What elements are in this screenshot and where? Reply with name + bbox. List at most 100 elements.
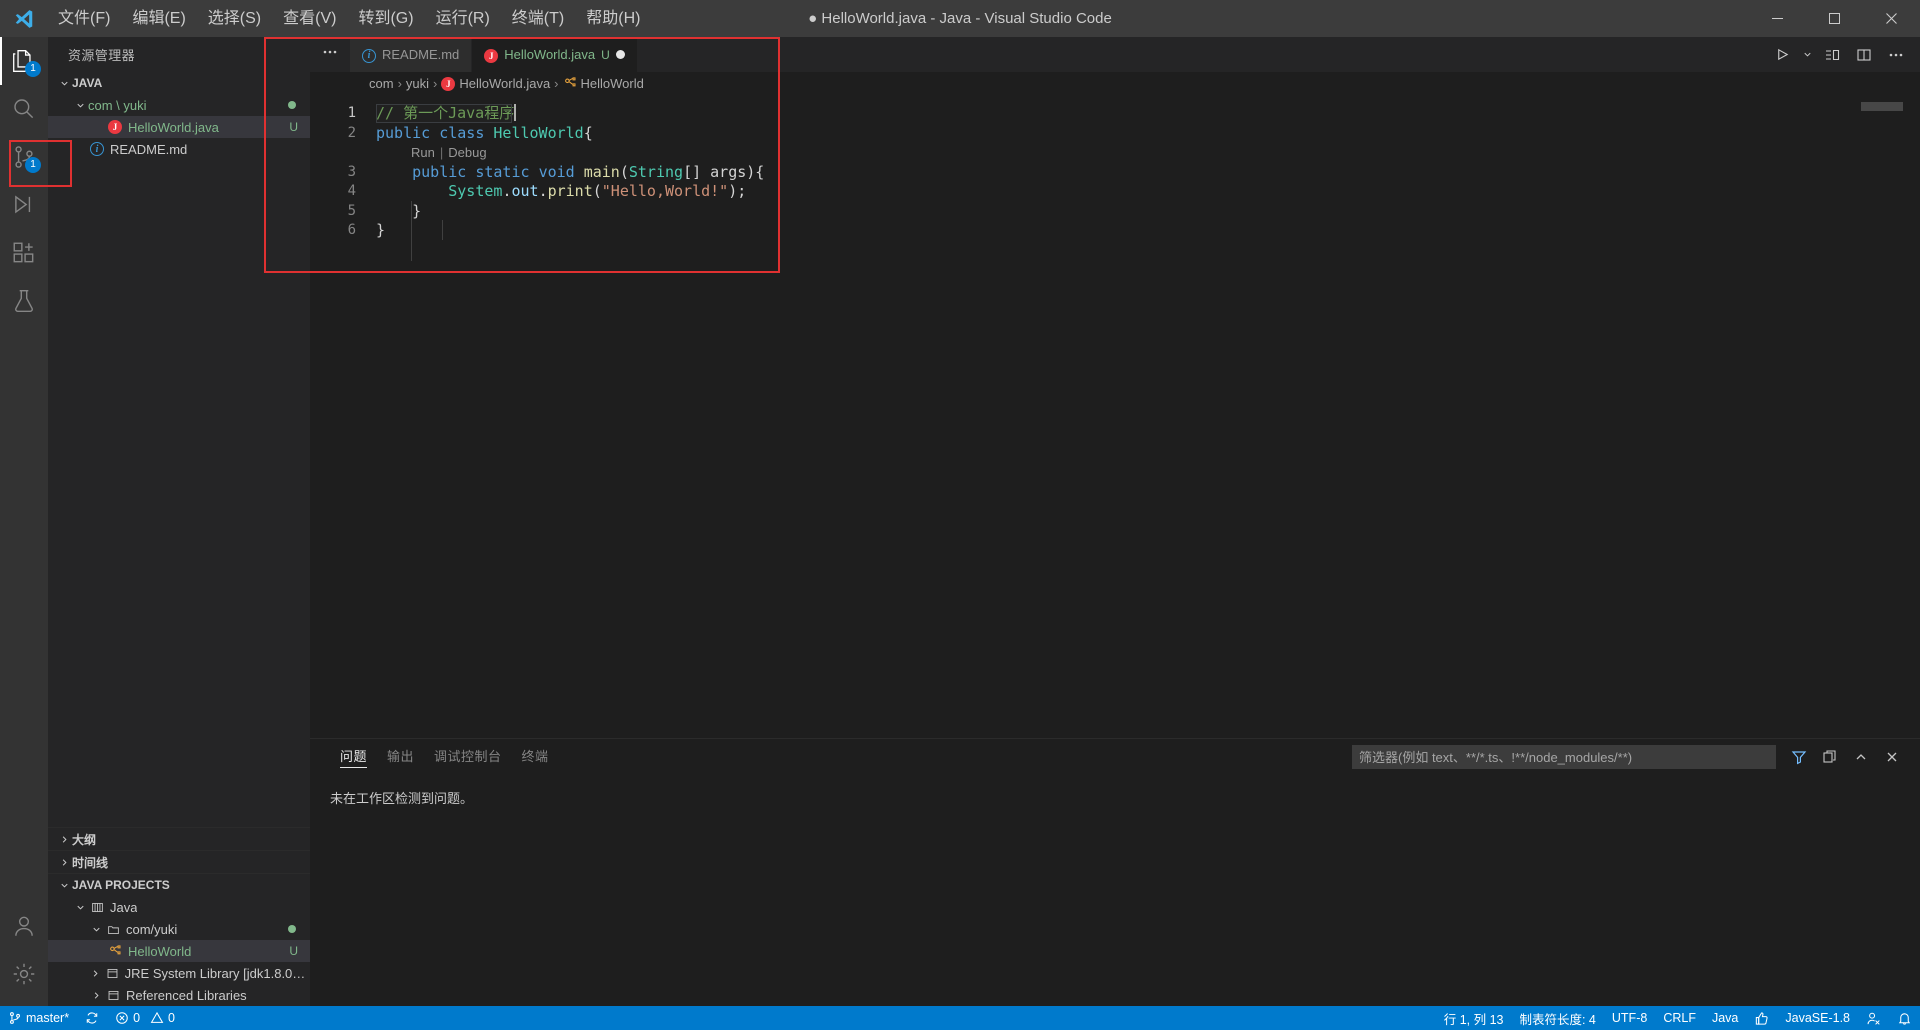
line3-rest: [] args){ xyxy=(683,162,765,181)
jp-item-java[interactable]: Java xyxy=(48,896,310,918)
class-icon xyxy=(106,944,124,958)
minimize-button[interactable] xyxy=(1749,0,1806,37)
tab-label: HelloWorld.java xyxy=(504,47,596,62)
title-bar: 文件(F) 编辑(E) 选择(S) 查看(V) 转到(G) 运行(R) 终端(T… xyxy=(0,0,1920,37)
codelens-run-action[interactable]: Run xyxy=(411,143,435,163)
chevron-down-icon xyxy=(72,100,88,111)
jp-item-label: JRE System Library [jdk1.8.0_2... xyxy=(124,965,310,981)
split-editor-icon[interactable] xyxy=(1850,40,1878,70)
paren-open: ( xyxy=(619,162,629,181)
git-modified-dot-icon xyxy=(288,925,296,933)
tab-readme-md[interactable]: i README.md xyxy=(350,37,473,72)
menu-go[interactable]: 转到(G) xyxy=(347,0,424,37)
outline-label: 大纲 xyxy=(72,832,97,847)
explorer-tree: com \ yuki J HelloWorld.java U i README.… xyxy=(48,94,310,160)
panel-tab-debug-console[interactable]: 调试控制台 xyxy=(424,739,512,774)
run-button[interactable] xyxy=(1768,40,1796,70)
status-feedback-thumbsup-icon[interactable] xyxy=(1746,1006,1777,1030)
codelens-debug-action[interactable]: Debug xyxy=(448,143,486,163)
brace: { xyxy=(583,123,593,142)
clear-panel-icon[interactable] xyxy=(1816,743,1844,771)
activity-explorer-icon[interactable]: 1 xyxy=(0,37,48,85)
menu-run[interactable]: 运行(R) xyxy=(425,0,501,37)
chevron-down-icon xyxy=(72,902,88,913)
outline-section-header[interactable]: 大纲 xyxy=(48,827,310,850)
tree-item-label: com \ yuki xyxy=(88,97,147,113)
breadcrumb-item-class[interactable]: HelloWorld xyxy=(563,76,644,91)
status-line-column[interactable]: 行 1, 列 13 xyxy=(1436,1006,1512,1030)
kw-public: public xyxy=(376,123,431,142)
status-java-runtime[interactable]: JavaSE-1.8 xyxy=(1777,1006,1858,1030)
project-icon xyxy=(88,901,106,914)
status-branch[interactable]: master* xyxy=(0,1006,77,1030)
timeline-section-header[interactable]: 时间线 xyxy=(48,850,310,873)
status-problems[interactable]: 0 0 xyxy=(107,1006,183,1030)
maximize-panel-icon[interactable] xyxy=(1847,743,1875,771)
breadcrumb-item-file[interactable]: J HelloWorld.java xyxy=(441,75,550,91)
jp-item-helloworld[interactable]: HelloWorld U xyxy=(48,940,310,962)
breadcrumb-item-com[interactable]: com xyxy=(369,76,394,91)
menu-edit[interactable]: 编辑(E) xyxy=(121,0,196,37)
menu-terminal[interactable]: 终端(T) xyxy=(501,0,575,37)
minimap[interactable] xyxy=(1861,102,1903,111)
sidebar-title: 资源管理器 xyxy=(68,48,136,63)
status-language-mode[interactable]: Java xyxy=(1704,1006,1746,1030)
explorer-root-header[interactable]: JAVA xyxy=(48,72,310,94)
panel-tab-problems[interactable]: 问题 xyxy=(330,739,377,774)
activity-search-icon[interactable] xyxy=(0,85,48,133)
status-remote-icon[interactable] xyxy=(1858,1006,1889,1030)
run-dropdown-icon[interactable] xyxy=(1800,40,1814,70)
java-projects-tree: Java com/yuki HelloWorld U JRE System Li… xyxy=(48,896,310,1006)
activity-testing-icon[interactable] xyxy=(0,277,48,325)
tabs-more-actions-icon[interactable] xyxy=(310,37,350,67)
tab-dirty-indicator-icon[interactable] xyxy=(615,50,625,59)
maximize-button[interactable] xyxy=(1806,0,1863,37)
menu-file[interactable]: 文件(F) xyxy=(47,0,121,37)
close-button[interactable] xyxy=(1863,0,1920,37)
breadcrumb-item-yuki[interactable]: yuki xyxy=(406,76,429,91)
code-editor[interactable]: 1 // 第一个Java程序 2 public class HelloWorld… xyxy=(310,94,1920,738)
code-lens: Run | Debug xyxy=(310,143,1920,163)
close-panel-icon[interactable] xyxy=(1878,743,1906,771)
activity-extensions-icon[interactable] xyxy=(0,229,48,277)
jp-item-com-yuki[interactable]: com/yuki xyxy=(48,918,310,940)
breadcrumb: com › yuki › J HelloWorld.java › HelloWo… xyxy=(310,72,1920,94)
status-warning-count: 0 xyxy=(168,1011,175,1025)
editor-group: i README.md J HelloWorld.java U com › yu… xyxy=(310,37,1920,1006)
tree-item-com-yuki[interactable]: com \ yuki xyxy=(48,94,310,116)
tab-helloworld-java[interactable]: J HelloWorld.java U xyxy=(472,37,638,72)
vscode-logo-icon xyxy=(0,0,47,37)
tree-item-readme-md[interactable]: i README.md xyxy=(48,138,310,160)
status-sync[interactable] xyxy=(77,1006,107,1030)
breadcrumb-label: yuki xyxy=(405,75,430,91)
chevron-down-icon xyxy=(56,78,72,89)
status-eol[interactable]: CRLF xyxy=(1655,1006,1704,1030)
activity-settings-icon[interactable] xyxy=(0,950,48,998)
activity-source-control-icon[interactable]: 1 xyxy=(0,133,48,181)
jp-item-jre-system-library[interactable]: JRE System Library [jdk1.8.0_2... xyxy=(48,962,310,984)
jp-item-label: Referenced Libraries xyxy=(126,987,247,1003)
tree-item-helloworld-java[interactable]: J HelloWorld.java U xyxy=(48,116,310,138)
jp-item-referenced-libraries[interactable]: Referenced Libraries xyxy=(48,984,310,1006)
status-encoding[interactable]: UTF-8 xyxy=(1604,1006,1655,1030)
menu-view[interactable]: 查看(V) xyxy=(272,0,347,37)
activity-accounts-icon[interactable] xyxy=(0,902,48,950)
toggle-test-explorer-icon[interactable] xyxy=(1818,40,1846,70)
vscode-window: 文件(F) 编辑(E) 选择(S) 查看(V) 转到(G) 运行(R) 终端(T… xyxy=(0,0,1920,1030)
panel-tab-terminal[interactable]: 终端 xyxy=(512,739,559,774)
filter-placeholder: 筛选器(例如 text、**/*.ts、!**/node_modules/**) xyxy=(1359,750,1633,765)
filter-icon[interactable] xyxy=(1785,743,1813,771)
status-indentation[interactable]: 制表符长度: 4 xyxy=(1511,1006,1603,1030)
java-projects-header[interactable]: JAVA PROJECTS xyxy=(48,873,310,896)
menu-selection[interactable]: 选择(S) xyxy=(197,0,272,37)
status-error-count: 0 xyxy=(133,1011,141,1025)
chevron-right-icon: › xyxy=(397,75,402,91)
problems-filter-input[interactable]: 筛选器(例如 text、**/*.ts、!**/node_modules/**) xyxy=(1352,744,1776,769)
paren-open: ( xyxy=(592,182,602,200)
menu-help[interactable]: 帮助(H) xyxy=(575,0,651,37)
activity-run-debug-icon[interactable] xyxy=(0,181,48,229)
code-line-5: 5 } xyxy=(310,202,1920,222)
panel-tab-output[interactable]: 输出 xyxy=(377,739,424,774)
status-notifications-bell-icon[interactable] xyxy=(1889,1006,1920,1030)
more-actions-icon[interactable] xyxy=(1882,40,1910,70)
